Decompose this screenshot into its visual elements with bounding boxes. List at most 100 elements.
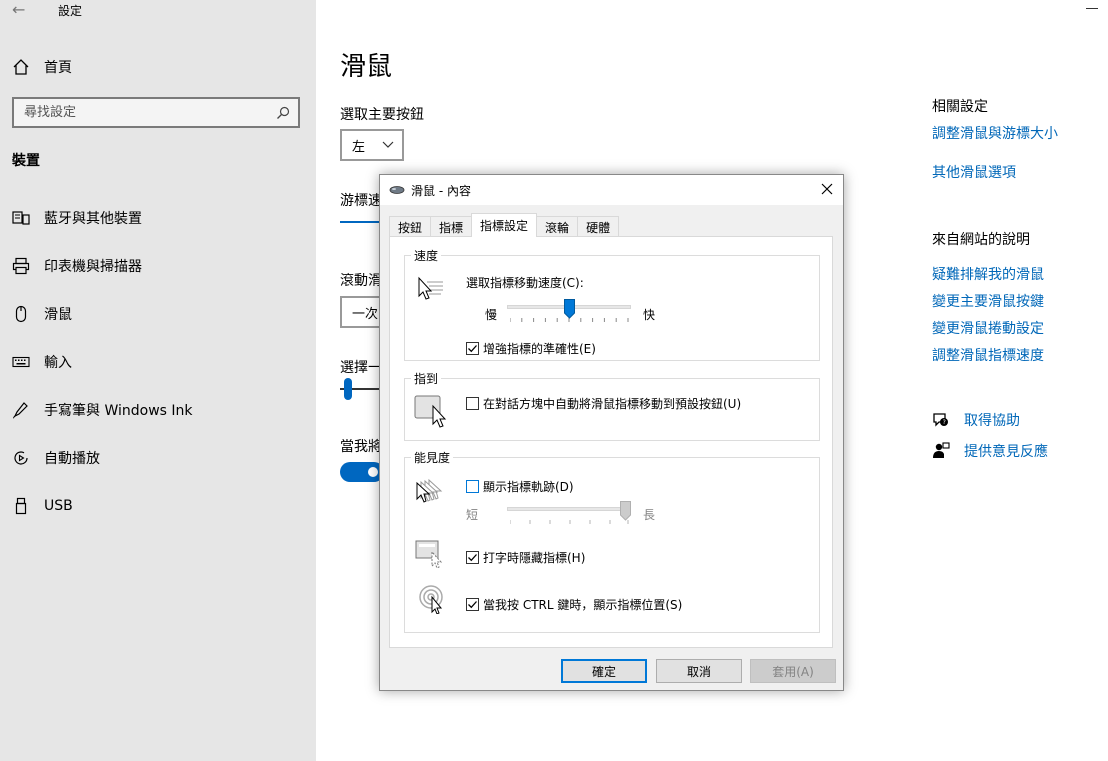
cursor-speed-label: 游標速 <box>340 193 382 209</box>
sidebar-item-label: 自動播放 <box>44 451 100 467</box>
help-heading: 來自網站的說明 <box>932 232 1030 248</box>
sidebar-item-label: 手寫筆與 Windows Ink <box>44 403 193 419</box>
ctrl-locate-icon <box>419 585 443 614</box>
pointer-speed-thumb[interactable] <box>563 299 575 319</box>
close-icon <box>821 183 833 195</box>
usb-icon <box>12 497 30 515</box>
feedback-label: 提供意見反應 <box>964 444 1048 460</box>
fast-label: 快 <box>643 308 656 322</box>
sidebar-item-label: 藍牙與其他裝置 <box>44 211 142 227</box>
sidebar-item-bluetooth[interactable]: 藍牙與其他裝置 <box>12 206 142 230</box>
enhance-precision-checkbox[interactable]: 增強指標的準確性(E) <box>466 340 596 357</box>
tab-hardware[interactable]: 硬體 <box>577 216 620 237</box>
search-icon[interactable] <box>276 106 290 120</box>
section-heading: 裝置 <box>12 153 40 169</box>
enhance-precision-label: 增強指標的準確性(E) <box>483 342 596 356</box>
tab-pointer-options[interactable]: 指標設定 <box>471 213 538 237</box>
snap-to-group-title: 指到 <box>411 370 442 387</box>
dialog-titlebar[interactable]: 滑鼠 - 內容 <box>380 175 843 205</box>
tab-pointers[interactable]: 指標 <box>430 216 473 237</box>
enhance-precision-box[interactable] <box>466 342 479 355</box>
sidebar-item-label: USB <box>44 498 73 514</box>
dialog-close-button[interactable] <box>819 181 835 197</box>
bluetooth-devices-icon <box>12 209 30 227</box>
pen-icon <box>12 401 30 419</box>
sidebar: ← 設定 首頁 裝置 藍牙與其他裝置 印表機與掃描器 滑鼠 輸入 手寫筆與 Wi… <box>0 0 316 761</box>
link-adjust-mouse-cursor-size[interactable]: 調整滑鼠與游標大小 <box>932 123 1058 143</box>
motion-group-title: 速度 <box>411 247 442 264</box>
sidebar-item-label: 印表機與掃描器 <box>44 259 142 275</box>
hide-while-typing-label: 打字時隱藏指標(H) <box>483 551 586 565</box>
sidebar-item-label: 輸入 <box>44 355 72 371</box>
ok-button[interactable]: 確定 <box>561 659 647 683</box>
hide-while-typing-checkbox[interactable]: 打字時隱藏指標(H) <box>466 549 585 566</box>
tab-buttons[interactable]: 按鈕 <box>389 216 432 237</box>
page-title: 滑鼠 <box>340 52 393 82</box>
tab-wheel[interactable]: 滾輪 <box>536 216 579 237</box>
sidebar-item-pen[interactable]: 手寫筆與 Windows Ink <box>12 398 193 422</box>
back-arrow-icon[interactable]: ← <box>12 0 25 19</box>
show-location-ctrl-label: 當我按 CTRL 鍵時，顯示指標位置(S) <box>483 598 683 612</box>
pointer-options-panel: 速度 選取指標移動速度(C): 慢 快 增強指標的準確性(E) 指到 在對話方塊… <box>389 236 833 648</box>
snap-to-icon <box>414 395 447 428</box>
trails-length-thumb[interactable] <box>620 501 631 521</box>
keyboard-icon <box>12 353 30 371</box>
get-help-link[interactable]: ? 取得協助 <box>932 410 1020 430</box>
feedback-link[interactable]: 提供意見反應 <box>932 441 1048 461</box>
link-troubleshoot-mouse[interactable]: 疑難排解我的滑鼠 <box>932 264 1044 284</box>
autoplay-icon <box>12 449 30 467</box>
primary-button-label: 選取主要按鈕 <box>340 107 424 123</box>
trails-ticks <box>510 520 629 524</box>
visibility-group: 能見度 顯示指標軌跡(D) 短 長 打字時隱藏指標(H) 當我按 CTRL 鍵時… <box>404 449 820 633</box>
primary-button-dropdown[interactable]: 左 <box>340 129 404 161</box>
trails-short-label: 短 <box>466 508 479 522</box>
lines-slider-thumb[interactable] <box>344 378 352 400</box>
cancel-button[interactable]: 取消 <box>656 659 742 683</box>
primary-button-value: 左 <box>352 139 366 155</box>
sidebar-item-home[interactable]: 首頁 <box>12 56 72 78</box>
link-adjust-pointer-speed[interactable]: 調整滑鼠指標速度 <box>932 345 1044 365</box>
related-settings-heading: 相關設定 <box>932 99 988 115</box>
snap-to-label: 在對話方塊中自動將滑鼠指標移動到預設按鈕(U) <box>483 397 742 411</box>
motion-group: 速度 選取指標移動速度(C): 慢 快 增強指標的準確性(E) <box>404 247 820 361</box>
dialog-title: 滑鼠 - 內容 <box>411 183 471 198</box>
show-location-ctrl-box[interactable] <box>466 598 479 611</box>
cursor-speed-slider[interactable] <box>340 221 380 223</box>
scroll-value: 一次 <box>352 306 379 322</box>
snap-to-group: 指到 在對話方塊中自動將滑鼠指標移動到預設按鈕(U) <box>404 370 820 441</box>
app-title: 設定 <box>58 4 83 18</box>
snap-to-box[interactable] <box>466 397 479 410</box>
sidebar-item-usb[interactable]: USB <box>12 494 73 518</box>
lines-label: 選擇一 <box>340 360 382 376</box>
trails-length-track[interactable] <box>507 507 631 511</box>
link-additional-mouse-options[interactable]: 其他滑鼠選項 <box>932 162 1016 182</box>
sidebar-item-label: 首頁 <box>44 60 72 76</box>
pointer-trails-label: 顯示指標軌跡(D) <box>483 480 574 494</box>
inactive-scroll-toggle[interactable] <box>340 462 384 482</box>
show-location-ctrl-checkbox[interactable]: 當我按 CTRL 鍵時，顯示指標位置(S) <box>466 596 682 613</box>
inactive-scroll-label: 當我將 <box>340 439 382 455</box>
hide-while-typing-box[interactable] <box>466 551 479 564</box>
snap-to-checkbox[interactable]: 在對話方塊中自動將滑鼠指標移動到預設按鈕(U) <box>466 395 741 412</box>
pointer-speed-label: 選取指標移動速度(C): <box>466 276 584 290</box>
pointer-trails-box[interactable] <box>466 480 479 493</box>
hide-pointer-icon <box>415 540 443 568</box>
pointer-speed-icon <box>418 276 443 300</box>
home-icon <box>13 59 29 75</box>
sidebar-item-autoplay[interactable]: 自動播放 <box>12 446 100 470</box>
link-change-scroll-settings[interactable]: 變更滑鼠捲動設定 <box>932 318 1044 338</box>
scroll-label: 滾動滑 <box>340 273 382 289</box>
dialog-tabs: 按鈕 指標 指標設定 滾輪 硬體 <box>389 213 620 237</box>
mouse-icon <box>12 305 30 323</box>
sidebar-item-mouse[interactable]: 滑鼠 <box>12 302 72 326</box>
mouse-properties-dialog: 滑鼠 - 內容 按鈕 指標 指標設定 滾輪 硬體 速度 選取指標移動速度(C):… <box>379 174 844 691</box>
sidebar-item-typing[interactable]: 輸入 <box>12 350 72 374</box>
svg-text:?: ? <box>943 419 946 426</box>
pointer-trails-checkbox[interactable]: 顯示指標軌跡(D) <box>466 478 574 495</box>
minimize-button[interactable] <box>1086 8 1098 9</box>
pointer-trails-icon <box>416 478 443 503</box>
sidebar-item-printers[interactable]: 印表機與掃描器 <box>12 254 142 278</box>
apply-button[interactable]: 套用(A) <box>750 659 836 683</box>
search-input[interactable] <box>24 105 254 120</box>
link-change-primary-button[interactable]: 變更主要滑鼠按鍵 <box>932 291 1044 311</box>
